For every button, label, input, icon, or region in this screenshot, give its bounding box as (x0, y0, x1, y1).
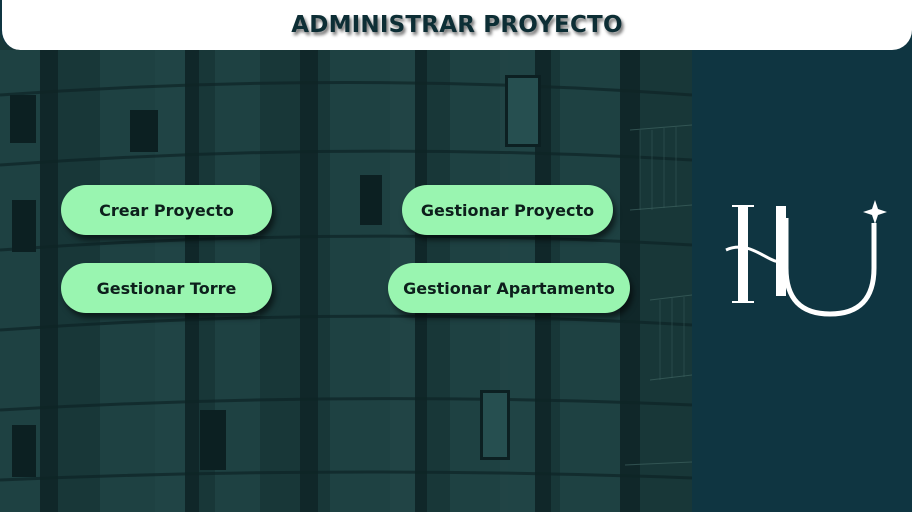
background-building-photo (0, 0, 692, 512)
gestionar-torre-button[interactable]: Gestionar Torre (61, 263, 272, 313)
hu-monogram-logo (722, 198, 888, 322)
gestionar-proyecto-button[interactable]: Gestionar Proyecto (402, 185, 613, 235)
crear-proyecto-button[interactable]: Crear Proyecto (61, 185, 272, 235)
gestionar-apartamento-button[interactable]: Gestionar Apartamento (388, 263, 630, 313)
page-header: ADMINISTRAR PROYECTO (0, 0, 912, 50)
page-title: ADMINISTRAR PROYECTO (291, 12, 623, 38)
